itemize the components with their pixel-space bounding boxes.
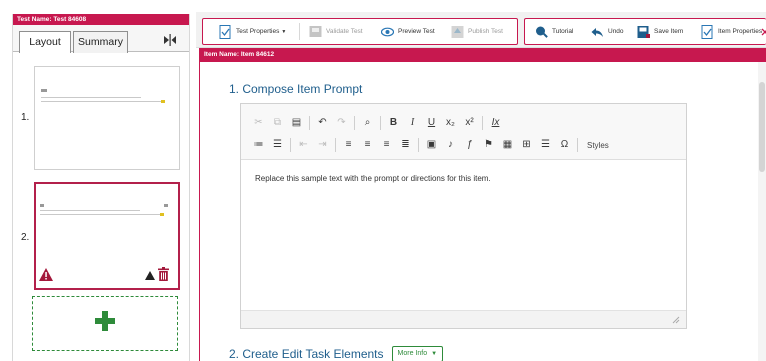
special-character-icon[interactable]: Ω bbox=[557, 137, 572, 153]
plus-icon bbox=[95, 311, 115, 331]
align-center-icon[interactable]: ≡ bbox=[360, 137, 375, 153]
test-actions-group: Test Properties ▼ Validate Test Preview … bbox=[202, 18, 518, 45]
bold-icon[interactable]: B bbox=[386, 115, 401, 131]
media-icon[interactable]: ▦ bbox=[500, 137, 515, 153]
redo-icon[interactable]: ↷ bbox=[334, 115, 349, 131]
thumbnail-preview[interactable] bbox=[34, 182, 180, 290]
save-icon bbox=[637, 25, 650, 38]
warning-icon bbox=[39, 268, 53, 281]
copy-icon[interactable]: ⧉ bbox=[270, 115, 285, 131]
subscript-icon[interactable]: x₂ bbox=[443, 115, 458, 131]
remove-format-icon[interactable]: Ix bbox=[488, 115, 503, 131]
item-properties-icon bbox=[701, 24, 713, 39]
tabs-row: Layout Summary bbox=[13, 25, 189, 53]
section2-title: 2. Create Edit Task Elements bbox=[229, 347, 384, 361]
tutorial-icon bbox=[536, 26, 548, 38]
underline-icon[interactable]: U bbox=[424, 115, 439, 131]
scrollbar[interactable] bbox=[758, 62, 766, 361]
preview-test-button[interactable]: Preview Test bbox=[381, 19, 435, 44]
publish-icon bbox=[451, 25, 464, 38]
undo-icon bbox=[591, 27, 603, 37]
validate-test-button[interactable]: Validate Test bbox=[309, 19, 363, 44]
italic-icon[interactable]: I bbox=[405, 115, 420, 131]
find-icon[interactable]: ⌕ bbox=[360, 115, 375, 131]
document-icon bbox=[219, 24, 231, 39]
image-icon[interactable]: ▣ bbox=[424, 137, 439, 153]
anchor-icon[interactable]: ⚑ bbox=[481, 137, 496, 153]
item-number: 1. bbox=[21, 112, 30, 123]
section-compose-item-prompt: 1. Compose Item Prompt bbox=[229, 82, 363, 96]
move-up-icon[interactable] bbox=[145, 271, 155, 280]
indent-icon[interactable]: ⇥ bbox=[315, 137, 330, 153]
table-icon[interactable]: ⊞ bbox=[519, 137, 534, 153]
item-actions-group: Tutorial Undo Save Item Item Properties bbox=[524, 18, 766, 45]
item-name-bar: Item Name: Item 84612 bbox=[200, 48, 766, 62]
editor-content[interactable]: Replace this sample text with the prompt… bbox=[255, 174, 491, 183]
scrollbar-thumb[interactable] bbox=[759, 82, 765, 172]
test-name-bar: Test Name: Test 84608 bbox=[13, 14, 189, 25]
outdent-icon[interactable]: ⇤ bbox=[296, 137, 311, 153]
rich-text-editor[interactable]: ✂ ⧉ ▤ ↶ ↷ ⌕ B I U x₂ x² Ix ≔ ☰ ⇤ ⇥ ≡ ≡ ≡… bbox=[240, 103, 687, 329]
section-create-edit-task-elements: 2. Create Edit Task Elements More Info ▼ bbox=[229, 346, 444, 361]
main-toolbar: Test Properties ▼ Validate Test Preview … bbox=[196, 12, 766, 48]
audio-icon[interactable]: ♪ bbox=[443, 137, 458, 153]
item-properties-button[interactable]: Item Properties bbox=[701, 19, 762, 44]
close-icon[interactable] bbox=[761, 23, 766, 36]
tab-summary[interactable]: Summary bbox=[73, 31, 128, 53]
numbered-list-icon[interactable]: ≔ bbox=[251, 137, 266, 153]
item-editor-main: Item Name: Item 84612 1. Compose Item Pr… bbox=[199, 48, 766, 361]
test-properties-button[interactable]: Test Properties ▼ bbox=[219, 19, 286, 44]
item-number: 2. bbox=[21, 232, 30, 243]
bulleted-list-icon[interactable]: ☰ bbox=[270, 137, 285, 153]
undo-icon[interactable]: ↶ bbox=[315, 115, 330, 131]
save-item-button[interactable]: Save Item bbox=[637, 19, 683, 44]
justify-icon[interactable]: ≣ bbox=[398, 137, 413, 153]
caret-down-icon: ▼ bbox=[281, 28, 287, 35]
more-info-button[interactable]: More Info ▼ bbox=[391, 346, 444, 361]
publish-test-button[interactable]: Publish Test bbox=[451, 19, 503, 44]
test-authoring-app: Test Name: Test 84608 Layout Summary 1. … bbox=[0, 0, 766, 361]
validate-icon bbox=[309, 25, 322, 37]
left-panel: Test Name: Test 84608 Layout Summary 1. … bbox=[12, 14, 190, 361]
resize-handle-icon[interactable] bbox=[672, 316, 680, 324]
formula-icon[interactable]: ƒ bbox=[462, 137, 477, 153]
undo-button[interactable]: Undo bbox=[591, 19, 624, 44]
caret-down-icon: ▼ bbox=[431, 351, 438, 357]
superscript-icon[interactable]: x² bbox=[462, 115, 477, 131]
add-item-button[interactable] bbox=[32, 296, 178, 351]
styles-dropdown[interactable]: Styles bbox=[587, 141, 609, 150]
align-right-icon[interactable]: ≡ bbox=[379, 137, 394, 153]
eye-icon bbox=[381, 27, 394, 36]
tutorial-button[interactable]: Tutorial bbox=[535, 19, 573, 44]
cut-icon[interactable]: ✂ bbox=[251, 115, 266, 131]
paste-icon[interactable]: ▤ bbox=[289, 115, 304, 131]
tab-layout[interactable]: Layout bbox=[19, 31, 71, 53]
thumbnail-preview[interactable] bbox=[34, 66, 180, 170]
editor-toolbar: ✂ ⧉ ▤ ↶ ↷ ⌕ B I U x₂ x² Ix ≔ ☰ ⇤ ⇥ ≡ ≡ ≡… bbox=[241, 104, 686, 160]
horizontal-line-icon[interactable]: ☰ bbox=[538, 137, 553, 153]
trash-icon[interactable] bbox=[158, 267, 169, 281]
split-panel-icon[interactable] bbox=[163, 34, 177, 46]
editor-footer bbox=[241, 310, 686, 328]
align-left-icon[interactable]: ≡ bbox=[341, 137, 356, 153]
